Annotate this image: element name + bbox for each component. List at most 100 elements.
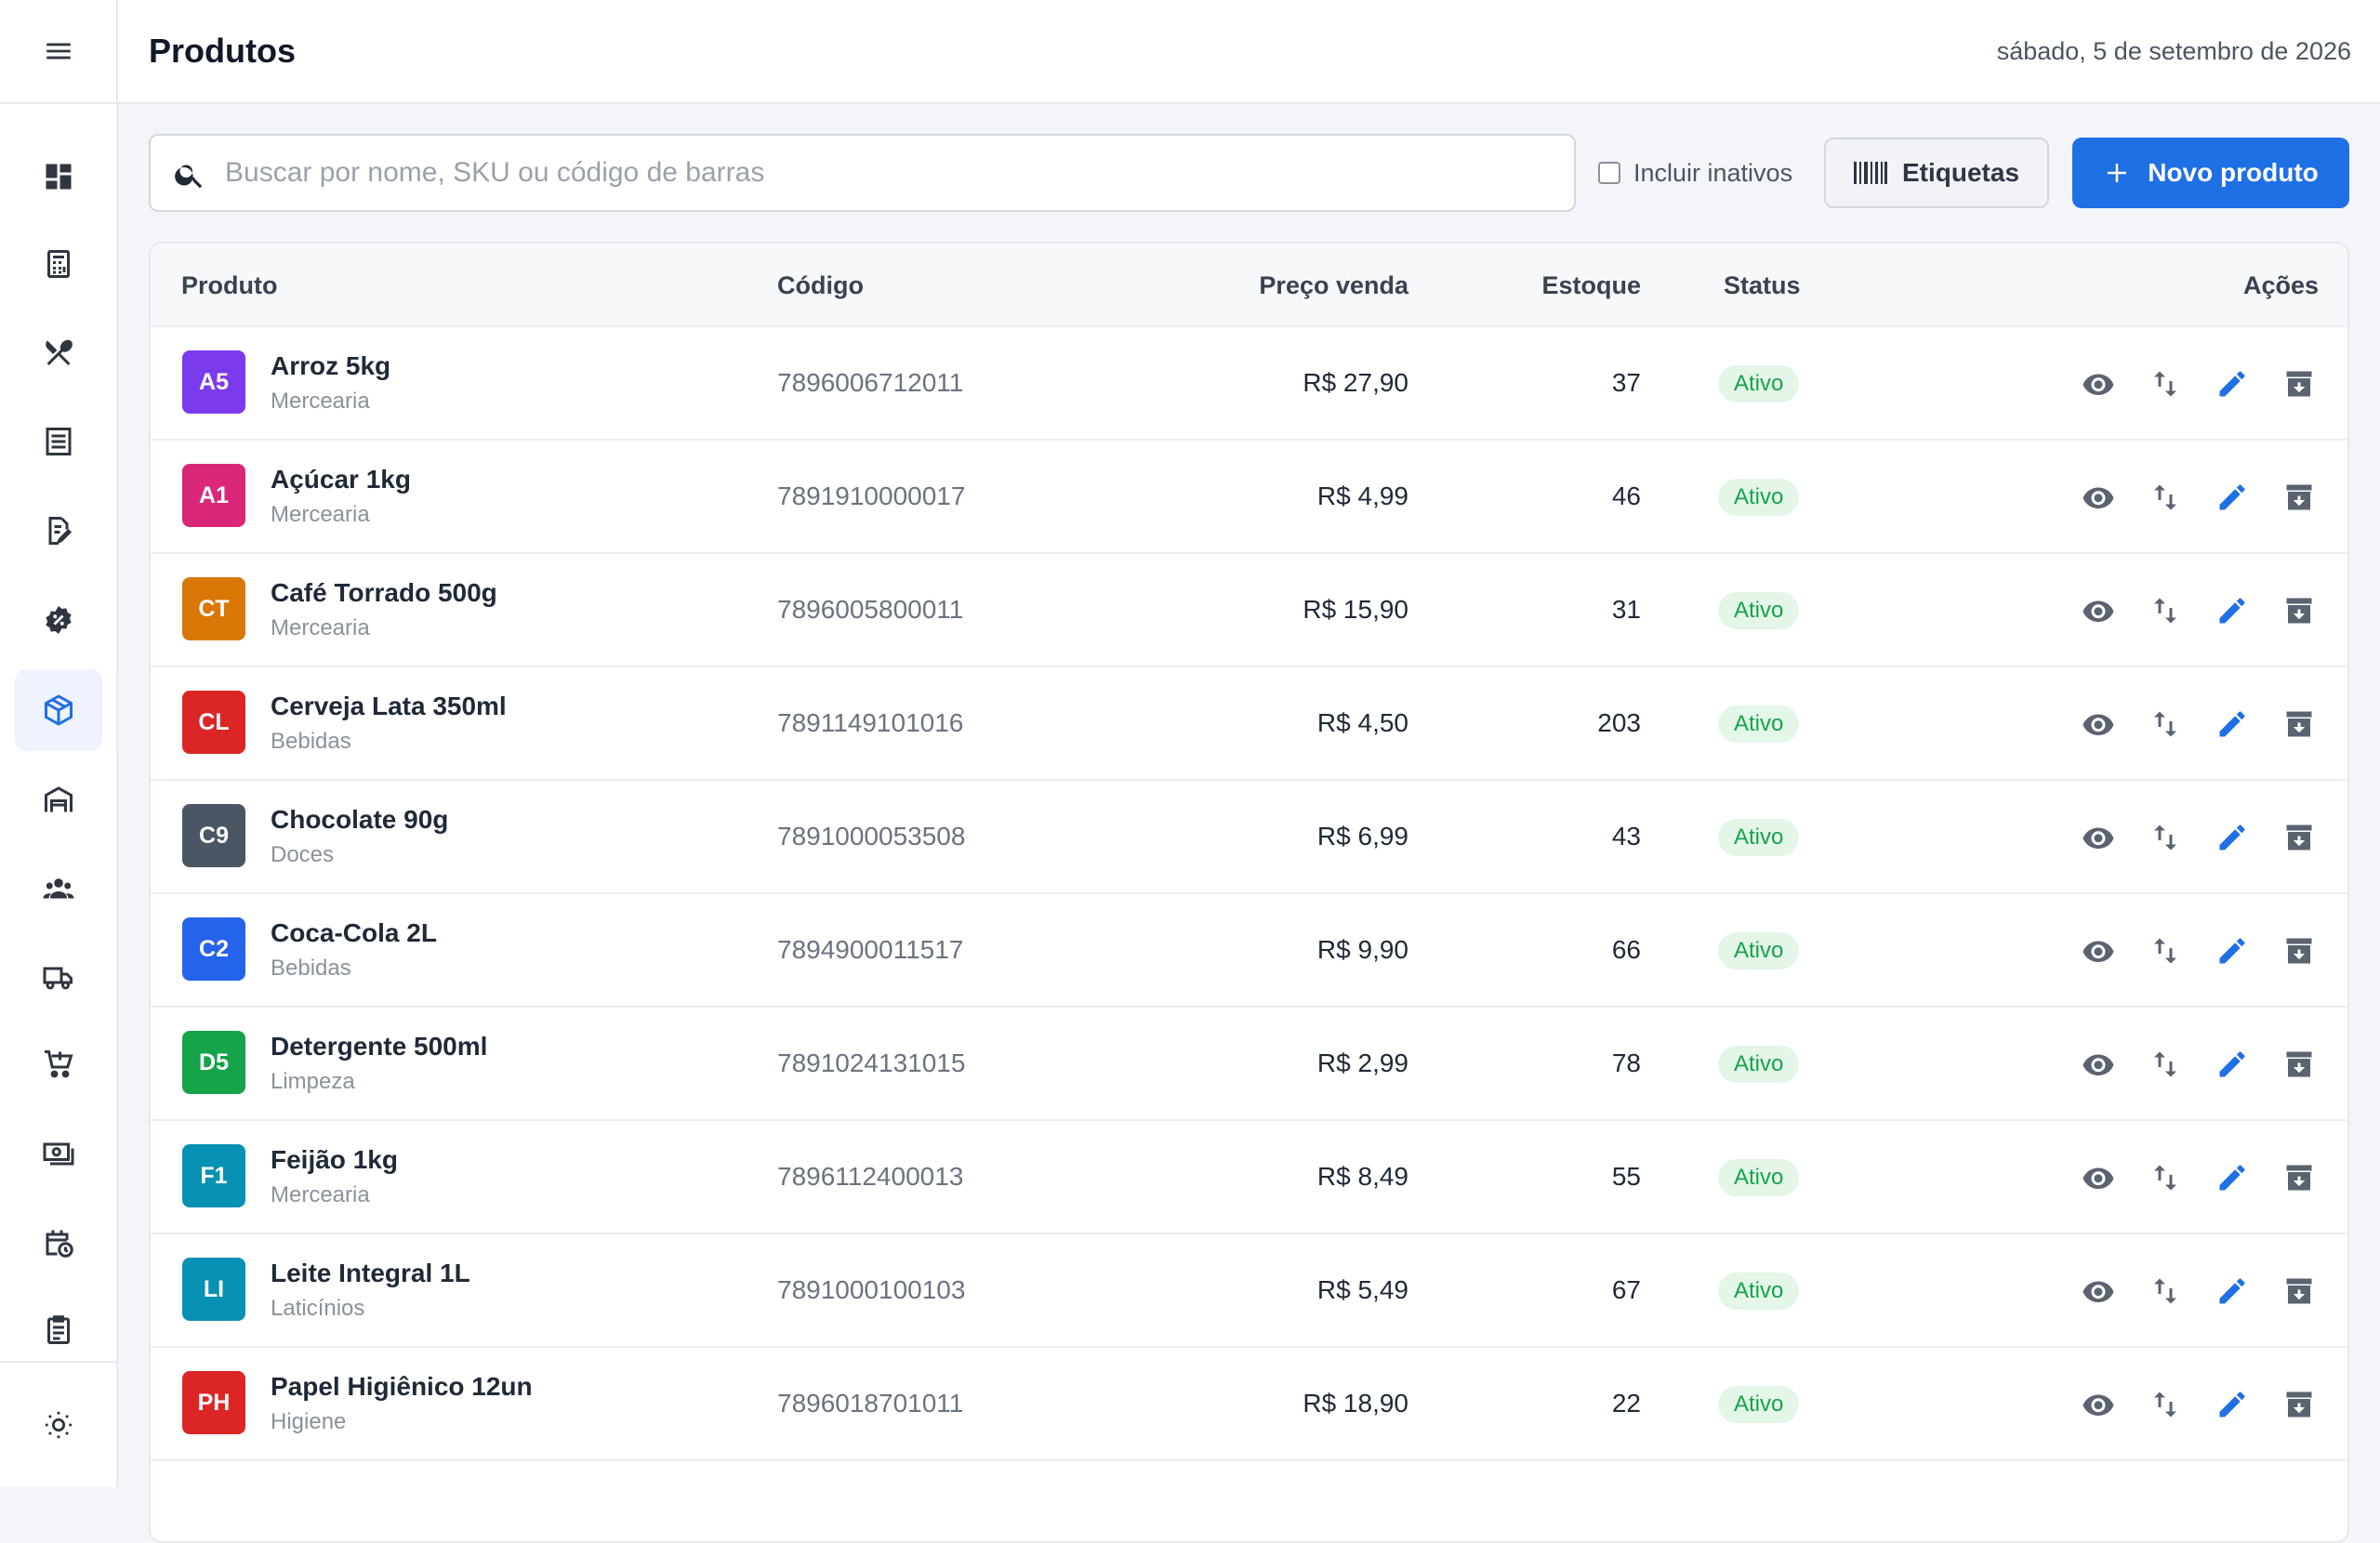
edit-button[interactable] <box>2215 1274 2249 1308</box>
table-row[interactable]: C9 Chocolate 90g Doces 7891000053508 R$ 6,99… <box>151 781 2347 894</box>
archive-button[interactable] <box>2282 1161 2316 1194</box>
view-button[interactable] <box>2082 594 2115 627</box>
eye-icon <box>2082 1394 2114 1416</box>
product-avatar: C9 <box>182 804 245 867</box>
sidebar-item-box[interactable] <box>15 669 102 751</box>
edit-button[interactable] <box>2215 481 2249 514</box>
include-inactive-toggle[interactable]: Incluir inativos <box>1598 158 1792 188</box>
column-header-stock[interactable]: Estoque <box>1541 271 1641 300</box>
table-row[interactable]: F1 Feijão 1kg Mercearia 7896112400013 R$ 8,4… <box>151 1121 2347 1234</box>
sidebar-item-calendar-clock[interactable] <box>15 1202 102 1284</box>
stock-movement-button[interactable] <box>2149 367 2182 401</box>
theme-sun-icon <box>45 1411 72 1439</box>
new-product-button[interactable]: Novo produto <box>2072 138 2349 208</box>
sidebar-item-warehouse[interactable] <box>15 758 102 840</box>
row-actions <box>2082 706 2316 743</box>
hamburger-menu-icon <box>46 43 71 59</box>
swap-vertical-icon <box>2154 1051 2176 1077</box>
edit-button[interactable] <box>2215 934 2249 968</box>
edit-button[interactable] <box>2215 707 2249 741</box>
sidebar-item-list[interactable] <box>15 401 102 482</box>
product-price: R$ 9,90 <box>1316 935 1408 964</box>
archive-button[interactable] <box>2282 481 2316 514</box>
product-name: Cerveja Lata 350ml <box>271 692 507 720</box>
archive-button[interactable] <box>2282 1274 2316 1308</box>
sidebar-item-users[interactable] <box>15 848 102 930</box>
eye-icon <box>2082 714 2114 735</box>
stock-movement-button[interactable] <box>2149 707 2182 741</box>
archive-button[interactable] <box>2282 707 2316 741</box>
status-badge: Ativo <box>1718 592 1800 629</box>
view-button[interactable] <box>2082 821 2115 854</box>
column-header-product[interactable]: Produto <box>181 271 277 300</box>
barcode-icon <box>1853 162 1887 184</box>
sidebar-item-edit-document[interactable] <box>15 490 102 572</box>
table-row[interactable]: CT Café Torrado 500g Mercearia 789600580001… <box>151 554 2347 667</box>
stock-movement-button[interactable] <box>2149 1274 2182 1308</box>
archive-button[interactable] <box>2282 934 2316 968</box>
archive-button[interactable] <box>2282 367 2316 401</box>
labels-button[interactable]: Etiquetas <box>1824 138 2049 208</box>
stock-movement-button[interactable] <box>2149 481 2182 514</box>
include-inactive-checkbox[interactable] <box>1598 162 1620 184</box>
column-header-status[interactable]: Status <box>1724 271 1801 300</box>
product-stock: 67 <box>1611 1275 1641 1304</box>
table-row[interactable]: CL Cerveja Lata 350ml Bebidas 7891149101016… <box>151 667 2347 781</box>
view-button[interactable] <box>2082 481 2115 514</box>
stock-movement-button[interactable] <box>2149 934 2182 968</box>
search-box[interactable] <box>149 134 1576 212</box>
sidebar-item-truck[interactable] <box>15 936 102 1018</box>
table-row[interactable]: A5 Arroz 5kg Mercearia 7896006712011 R$ 27,9… <box>151 327 2347 441</box>
column-header-code[interactable]: Código <box>777 271 864 300</box>
archive-icon <box>2286 938 2312 964</box>
view-button[interactable] <box>2082 707 2115 741</box>
edit-button[interactable] <box>2215 1048 2249 1081</box>
stock-movement-button[interactable] <box>2149 1388 2182 1421</box>
archive-button[interactable] <box>2282 821 2316 854</box>
stock-movement-button[interactable] <box>2149 1048 2182 1081</box>
row-actions <box>2082 1046 2316 1083</box>
table-row[interactable]: PH Papel Higiênico 12un Higiene 78960187010… <box>151 1348 2347 1461</box>
menu-toggle-button[interactable] <box>0 0 116 104</box>
view-button[interactable] <box>2082 1161 2115 1194</box>
edit-button[interactable] <box>2215 821 2249 854</box>
sidebar-item-discount-badge[interactable] <box>15 579 102 661</box>
sidebar-item-calculator[interactable] <box>15 223 102 305</box>
sidebar-item-clipboard[interactable] <box>15 1289 102 1371</box>
eye-icon <box>2082 1281 2114 1302</box>
edit-document-icon <box>48 517 73 546</box>
view-button[interactable] <box>2082 367 2115 401</box>
archive-button[interactable] <box>2282 1388 2316 1421</box>
product-code: 7896005800011 <box>777 595 964 624</box>
view-button[interactable] <box>2082 1048 2115 1081</box>
product-name: Chocolate 90g <box>271 805 449 834</box>
product-price: R$ 6,99 <box>1316 822 1408 851</box>
sidebar-item-cash[interactable] <box>15 1112 102 1194</box>
column-header-price[interactable]: Preço venda <box>1259 271 1408 300</box>
search-input[interactable] <box>225 136 1564 210</box>
product-avatar: CT <box>182 577 245 640</box>
cart-add-icon <box>45 1050 73 1078</box>
users-icon <box>43 878 74 899</box>
sidebar-item-restaurant[interactable] <box>15 311 102 393</box>
stock-movement-button[interactable] <box>2149 1161 2182 1194</box>
sidebar-item-dashboard[interactable] <box>15 136 102 218</box>
edit-button[interactable] <box>2215 367 2249 401</box>
edit-button[interactable] <box>2215 1388 2249 1421</box>
product-avatar: F1 <box>182 1144 245 1207</box>
table-row[interactable]: D5 Detergente 500ml Limpeza 7891024131015 R$… <box>151 1008 2347 1121</box>
theme-toggle-button[interactable] <box>0 1361 116 1487</box>
edit-button[interactable] <box>2215 1161 2249 1194</box>
view-button[interactable] <box>2082 1388 2115 1421</box>
stock-movement-button[interactable] <box>2149 594 2182 627</box>
archive-button[interactable] <box>2282 594 2316 627</box>
edit-button[interactable] <box>2215 594 2249 627</box>
sidebar-item-cart-add[interactable] <box>15 1023 102 1105</box>
view-button[interactable] <box>2082 934 2115 968</box>
table-row[interactable]: LI Leite Integral 1L Laticínios 78910001001… <box>151 1234 2347 1348</box>
archive-button[interactable] <box>2282 1048 2316 1081</box>
stock-movement-button[interactable] <box>2149 821 2182 854</box>
view-button[interactable] <box>2082 1274 2115 1308</box>
table-row[interactable]: A1 Açúcar 1kg Mercearia 7891910000017 R$ 4,9… <box>151 441 2347 554</box>
table-row[interactable]: C2 Coca-Cola 2L Bebidas 7894900011517 R$ 9,9… <box>151 894 2347 1008</box>
